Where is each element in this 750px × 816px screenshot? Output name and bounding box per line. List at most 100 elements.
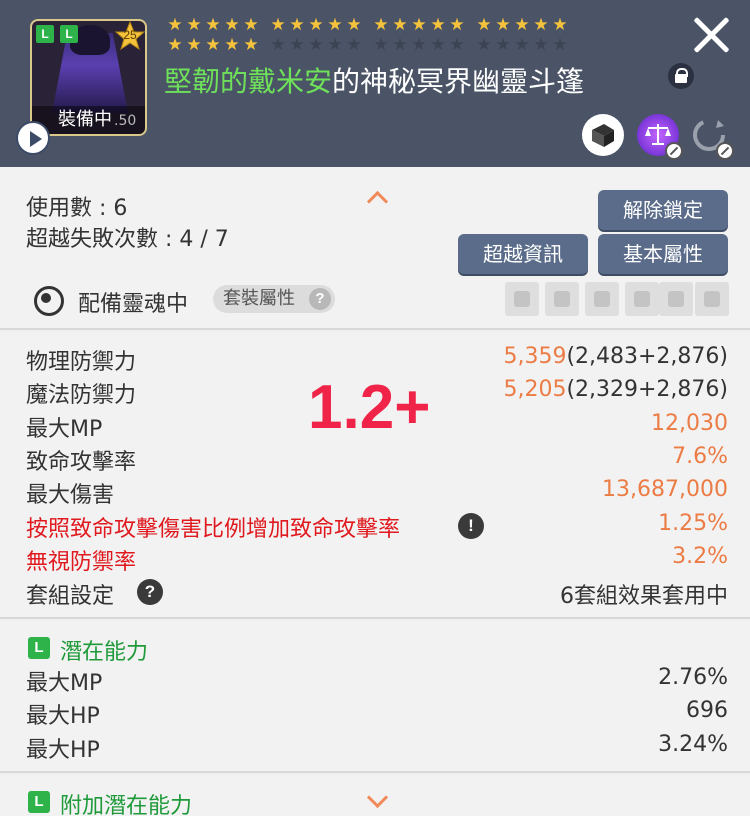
stat-label: 最大MP bbox=[26, 417, 103, 442]
potential-title: 潛在能力 bbox=[60, 640, 149, 665]
item-title: 堅韌的戴米安的神秘冥界幽靈斗篷 bbox=[164, 60, 584, 100]
stat-value: 7.6% bbox=[672, 444, 728, 469]
soul-slot-gear-icon[interactable] bbox=[625, 282, 659, 316]
stat-value-breakdown: (2,329+2,876) bbox=[566, 377, 728, 402]
bonus-potential-title: 附加潛在能力 bbox=[60, 794, 193, 816]
star-empty-icon: ★ bbox=[270, 35, 286, 55]
star-filled-icon: ★ bbox=[224, 35, 240, 55]
overlay-annotation: 1.2+ bbox=[308, 373, 431, 442]
stat-value-total: 7.6% bbox=[672, 444, 728, 469]
item-header: L L 25 裝備中 .50 ★ ★ ★ ★ ★ ★ ★ ★ ★ ★ ★ ★ ★ ★ ★ ★ ★ ★ ★ ★ ★ ★ ★ ★ ★ ★… bbox=[0, 0, 750, 167]
unlock-button[interactable]: 解除鎖定 bbox=[598, 190, 728, 230]
star-filled-icon: ★ bbox=[205, 15, 221, 35]
item-title-name: 的神秘冥界幽靈斗篷 bbox=[332, 65, 585, 98]
star-empty-icon: ★ bbox=[392, 35, 408, 55]
star-level-text: 25 bbox=[123, 28, 137, 42]
star-filled-icon: ★ bbox=[346, 15, 362, 35]
stat-value: 3.2% bbox=[672, 544, 728, 569]
star-row: ★ ★ ★ ★ ★ ★ ★ ★ ★ ★ ★ ★ ★ ★ ★ ★ ★ ★ ★ ★ bbox=[166, 16, 586, 36]
lock-icon[interactable] bbox=[668, 63, 694, 89]
uses-count: 使用數 : 6 bbox=[26, 196, 128, 221]
set-setting-value: 6套組效果套用中 bbox=[560, 584, 728, 609]
scale-icon[interactable] bbox=[637, 114, 683, 160]
transcend-info-button[interactable]: 超越資訊 bbox=[458, 234, 588, 274]
star-level-badge: 25 bbox=[114, 21, 145, 51]
item-title-prefix: 堅韌的戴米安 bbox=[164, 65, 333, 98]
info-icon[interactable]: ! bbox=[458, 513, 484, 539]
potential-grade-badge: L bbox=[28, 637, 50, 659]
star-filled-icon: ★ bbox=[327, 15, 343, 35]
star-filled-icon: ★ bbox=[495, 15, 511, 35]
chevron-down-icon[interactable] bbox=[365, 790, 387, 812]
star-filled-icon: ★ bbox=[449, 15, 465, 35]
star-empty-icon: ★ bbox=[373, 35, 389, 55]
stat-value-total: 1.25% bbox=[658, 511, 728, 536]
star-filled-icon: ★ bbox=[533, 15, 549, 35]
bonus-potential-grade-badge: L bbox=[28, 791, 50, 813]
item-icon[interactable]: L L 25 裝備中 .50 bbox=[30, 19, 147, 136]
level-suffix: .50 bbox=[114, 113, 137, 129]
potential-line-value: 2.76% bbox=[658, 665, 728, 690]
transcend-fail-count: 超越失敗次數 : 4 / 7 bbox=[26, 227, 229, 252]
star-empty-icon: ★ bbox=[514, 35, 530, 55]
star-empty-icon: ★ bbox=[552, 35, 568, 55]
play-icon[interactable] bbox=[16, 121, 50, 155]
stat-label: 致命攻擊率 bbox=[26, 450, 137, 475]
star-filled-icon: ★ bbox=[289, 15, 305, 35]
box-icon[interactable] bbox=[582, 114, 624, 156]
star-filled-icon: ★ bbox=[552, 15, 568, 35]
soul-icon bbox=[26, 282, 66, 316]
soul-slot-helmet-icon[interactable] bbox=[545, 282, 579, 316]
star-empty-icon: ★ bbox=[411, 35, 427, 55]
star-filled-icon: ★ bbox=[392, 15, 408, 35]
ban-icon bbox=[716, 142, 734, 160]
potential-line-label: 最大MP bbox=[26, 671, 103, 696]
stat-value: 5,205(2,329+2,876) bbox=[503, 377, 728, 402]
star-filled-icon: ★ bbox=[167, 15, 183, 35]
star-filled-icon: ★ bbox=[243, 35, 259, 55]
soul-slot-arch-icon[interactable] bbox=[659, 282, 693, 316]
stat-value: 13,687,000 bbox=[602, 477, 728, 502]
stat-value: 12,030 bbox=[651, 411, 728, 436]
star-empty-icon: ★ bbox=[308, 35, 324, 55]
star-filled-icon: ★ bbox=[373, 15, 389, 35]
soul-slot-wing-icon[interactable] bbox=[585, 282, 619, 316]
star-filled-icon: ★ bbox=[186, 35, 202, 55]
set-setting-label: 套組設定 bbox=[26, 584, 115, 609]
star-empty-icon: ★ bbox=[430, 35, 446, 55]
stat-value: 5,359(2,483+2,876) bbox=[503, 344, 728, 369]
star-filled-icon: ★ bbox=[308, 15, 324, 35]
help-icon[interactable]: ? bbox=[309, 288, 331, 310]
star-empty-icon: ★ bbox=[289, 35, 305, 55]
potential-line-value: 696 bbox=[686, 698, 728, 723]
star-force-stars: ★ ★ ★ ★ ★ ★ ★ ★ ★ ★ ★ ★ ★ ★ ★ ★ ★ ★ ★ ★ ★ ★ ★ ★ ★ ★ ★ ★ ★ ★ ★ ★ ★ ★ ★ ★ ★ ★ ★ ★ bbox=[166, 16, 586, 56]
star-filled-icon: ★ bbox=[224, 15, 240, 35]
stat-label: 最大傷害 bbox=[26, 483, 115, 508]
equipped-label: 裝備中 .50 bbox=[32, 106, 145, 134]
star-empty-icon: ★ bbox=[449, 35, 465, 55]
chevron-up-icon[interactable] bbox=[365, 186, 387, 208]
star-empty-icon: ★ bbox=[476, 35, 492, 55]
ban-icon bbox=[665, 142, 683, 160]
close-icon[interactable] bbox=[690, 14, 732, 56]
cycle-icon[interactable] bbox=[688, 114, 734, 160]
stat-value-total: 3.2% bbox=[672, 544, 728, 569]
star-filled-icon: ★ bbox=[514, 15, 530, 35]
base-attributes-button[interactable]: 基本屬性 bbox=[598, 234, 728, 274]
stat-label: 物理防禦力 bbox=[26, 350, 137, 375]
star-filled-icon: ★ bbox=[243, 15, 259, 35]
help-icon[interactable]: ? bbox=[137, 579, 163, 605]
potential-line-label: 最大HP bbox=[26, 704, 100, 729]
soul-label: 配備靈魂中 bbox=[78, 292, 189, 317]
stat-label: 魔法防禦力 bbox=[26, 383, 137, 408]
stat-value-breakdown: (2,483+2,876) bbox=[566, 344, 728, 369]
soul-slot-sword-icon[interactable] bbox=[505, 282, 539, 316]
soul-slot-star-icon[interactable] bbox=[695, 282, 729, 316]
stat-label: 無視防禦率 bbox=[26, 550, 137, 575]
star-filled-icon: ★ bbox=[167, 35, 183, 55]
star-filled-icon: ★ bbox=[430, 15, 446, 35]
legendary-badge: L bbox=[36, 25, 54, 43]
stat-value: 1.25% bbox=[658, 511, 728, 536]
stat-value-total: 5,205 bbox=[503, 377, 567, 402]
star-filled-icon: ★ bbox=[186, 15, 202, 35]
